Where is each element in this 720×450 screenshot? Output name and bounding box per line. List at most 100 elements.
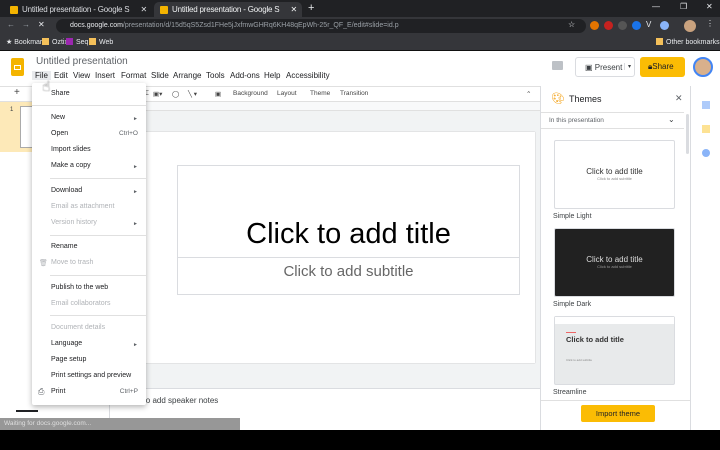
minimize-icon[interactable]: — <box>652 2 660 11</box>
calendar-icon[interactable] <box>702 101 710 109</box>
menu-item-page-setup[interactable]: Page setup <box>51 356 86 363</box>
restore-icon[interactable]: ❐ <box>680 2 687 11</box>
status-bar: Waiting for docs.google.com... <box>0 418 240 430</box>
account-avatar[interactable] <box>693 57 713 77</box>
tasks-icon[interactable] <box>702 149 710 157</box>
menu-item-email-attachment: Email as attachment <box>51 203 115 210</box>
themes-panel: 🎨︎ Themes ✕ In this presentation ⌄ Click … <box>540 86 691 430</box>
menu-item-print[interactable]: Print <box>51 388 65 395</box>
menu-edit[interactable]: Edit <box>54 71 68 80</box>
grid-view-tab[interactable] <box>16 410 38 412</box>
menu-item-new[interactable]: New <box>51 114 65 121</box>
theme-streamline[interactable]: Click to add title Click to add subtitle <box>554 316 675 385</box>
background-button[interactable]: Background <box>233 90 268 97</box>
menu-format[interactable]: Format <box>121 71 146 80</box>
bookmark-folder[interactable]: Web <box>89 38 113 46</box>
bookmark-label: Seq <box>76 39 89 46</box>
browser-menu-icon[interactable]: ⋮ <box>706 19 714 28</box>
slide[interactable]: Click to add title Click to add subtitle <box>145 132 535 363</box>
theme-button[interactable]: Theme <box>310 90 330 97</box>
browser-tab-active[interactable]: Untitled presentation - Google S ✕ <box>154 2 302 17</box>
comments-icon[interactable] <box>552 61 563 70</box>
menu-item-rename[interactable]: Rename <box>51 243 77 250</box>
menu-insert[interactable]: Insert <box>95 71 115 80</box>
present-dropdown-icon[interactable]: ▾ <box>623 63 631 70</box>
url-input[interactable]: docs.google.com/presentation/d/15d5qS5Zs… <box>56 19 586 33</box>
menu-item-import-slides[interactable]: Import slides <box>51 146 91 153</box>
theme-preview-subtitle: Click to add subtitle <box>597 264 632 269</box>
theme-name: Simple Light <box>553 213 592 220</box>
menu-item-print-settings[interactable]: Print settings and preview <box>51 372 131 379</box>
stop-loading-icon[interactable]: ✕ <box>38 20 45 29</box>
speaker-notes[interactable]: Click to add speaker notes <box>110 388 540 418</box>
menu-arrange[interactable]: Arrange <box>173 71 201 80</box>
close-tab-icon[interactable]: ✕ <box>290 5 297 14</box>
divider <box>50 178 146 179</box>
new-tab-button[interactable]: + <box>308 2 314 14</box>
extension-icon[interactable] <box>632 21 641 30</box>
menu-accessibility[interactable]: Accessibility <box>286 71 330 80</box>
other-bookmarks[interactable]: Other bookmarks <box>656 38 720 46</box>
bookmark-folder[interactable]: Seq <box>66 38 88 46</box>
close-themes-icon[interactable]: ✕ <box>675 93 683 104</box>
image-icon[interactable]: ▣▾ <box>153 90 162 98</box>
scrollbar[interactable] <box>686 114 689 154</box>
extension-icon[interactable] <box>604 21 613 30</box>
collapse-toolbar-icon[interactable]: ⌃ <box>526 90 531 98</box>
theme-preview-subtitle: Click to add subtitle <box>597 176 632 181</box>
line-icon[interactable]: ╲ ▾ <box>188 90 197 98</box>
submenu-arrow-icon: ► <box>133 221 138 227</box>
keep-icon[interactable] <box>702 125 710 133</box>
menu-item-download[interactable]: Download <box>51 187 82 194</box>
menu-addons[interactable]: Add-ons <box>230 71 260 80</box>
present-button[interactable]: ▣ Present ▾ <box>575 57 635 77</box>
menu-item-make-copy[interactable]: Make a copy <box>51 162 91 169</box>
subtitle-placeholder[interactable]: Click to add subtitle <box>177 258 520 295</box>
menu-view[interactable]: View <box>73 71 90 80</box>
menu-help[interactable]: Help <box>264 71 280 80</box>
layout-button[interactable]: Layout <box>277 90 297 97</box>
theme-simple-dark[interactable]: Click to add title Click to add subtitle <box>554 228 675 297</box>
extension-icon[interactable] <box>618 21 627 30</box>
browser-tab[interactable]: Untitled presentation - Google S ✕ <box>4 2 152 17</box>
share-button[interactable]: 🔒︎Share <box>640 57 685 77</box>
title-placeholder[interactable]: Click to add title <box>177 165 520 258</box>
extension-icon[interactable]: V <box>646 20 651 29</box>
extension-icon[interactable] <box>660 21 669 30</box>
doc-title[interactable]: Untitled presentation <box>36 56 128 67</box>
menu-item-version-history: Version history <box>51 219 97 226</box>
submenu-arrow-icon: ► <box>133 116 138 122</box>
menu-item-publish[interactable]: Publish to the web <box>51 284 108 291</box>
taskbar <box>0 430 720 450</box>
forward-icon[interactable]: → <box>22 20 30 29</box>
menu-tools[interactable]: Tools <box>206 71 225 80</box>
share-label: Share <box>652 62 674 71</box>
close-window-icon[interactable]: ✕ <box>706 2 713 11</box>
divider <box>50 315 146 316</box>
slide-number: 1 <box>10 107 14 113</box>
extension-icon[interactable] <box>590 21 599 30</box>
import-theme-button[interactable]: Import theme <box>581 405 655 422</box>
menu-item-share[interactable]: Share <box>51 90 70 97</box>
transition-button[interactable]: Transition <box>340 90 368 97</box>
hand-cursor-icon: ☝︎ <box>42 78 51 94</box>
bookmark-star-icon[interactable]: ☆ <box>568 20 575 29</box>
profile-avatar[interactable] <box>684 20 696 32</box>
new-slide-button[interactable]: + <box>14 87 20 98</box>
comment-add-icon[interactable]: ▣ <box>215 90 221 98</box>
bookmark-folder[interactable]: Oztix <box>42 38 68 46</box>
ruler <box>110 102 540 111</box>
menu-item-language[interactable]: Language <box>51 340 82 347</box>
close-tab-icon[interactable]: ✕ <box>140 5 147 14</box>
back-icon[interactable]: ← <box>7 20 15 29</box>
shape-icon[interactable]: ◯ <box>172 90 179 98</box>
menu-slide[interactable]: Slide <box>151 71 169 80</box>
theme-preview-title: Click to add title <box>586 167 643 176</box>
file-menu: Share New ► Open Ctrl+O Import slides Make… <box>32 83 146 405</box>
filter-label: In this presentation <box>549 117 604 124</box>
menu-item-open[interactable]: Open <box>51 130 68 137</box>
theme-preview-subtitle: Click to add subtitle <box>566 358 593 362</box>
theme-simple-light[interactable]: Click to add title Click to add subtitle <box>554 140 675 209</box>
slides-logo[interactable] <box>11 58 24 76</box>
theme-filter-dropdown[interactable]: In this presentation ⌄ <box>541 112 684 129</box>
